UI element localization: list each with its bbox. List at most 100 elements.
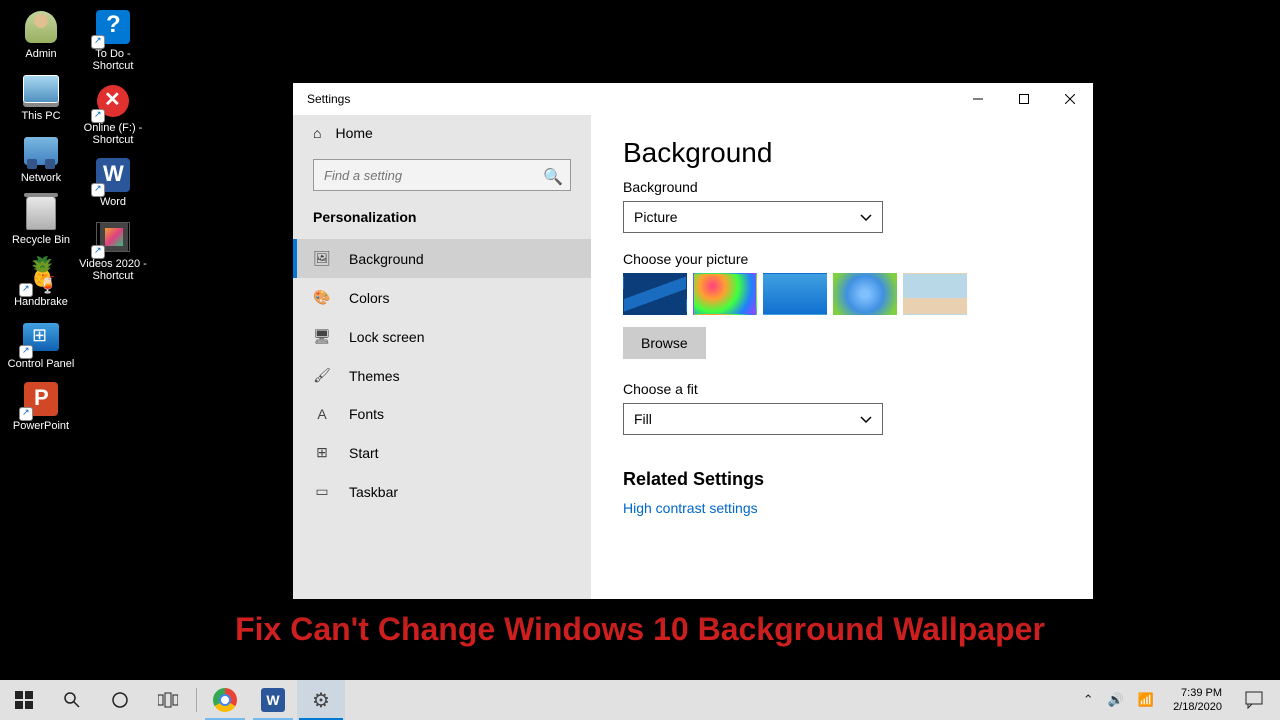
background-label: Background bbox=[623, 179, 1061, 195]
word-icon bbox=[94, 156, 132, 194]
related-heading: Related Settings bbox=[623, 469, 1061, 490]
desktop-icon-label: Recycle Bin bbox=[12, 234, 70, 246]
fit-dropdown[interactable]: Fill bbox=[623, 403, 883, 435]
nav-label: Start bbox=[349, 445, 379, 461]
background-dropdown-value: Picture bbox=[634, 209, 678, 225]
network-icon bbox=[22, 132, 60, 170]
shortcut-overlay-icon bbox=[92, 246, 104, 258]
desktop-icon-powerpoint[interactable]: PowerPoint bbox=[6, 380, 76, 432]
thumbnail-5[interactable] bbox=[903, 273, 967, 315]
window-title: Settings bbox=[307, 92, 350, 106]
search-field[interactable]: 🔍 bbox=[313, 159, 571, 191]
desktop-icon-label: Handbrake bbox=[14, 296, 68, 308]
desktop-icon-network[interactable]: Network bbox=[6, 132, 76, 184]
desktop-icon-videos-2020[interactable]: Videos 2020 - Shortcut bbox=[78, 218, 148, 282]
todo-icon bbox=[94, 8, 132, 46]
volume-icon[interactable]: 🔊 bbox=[1103, 680, 1129, 720]
thumbnail-3[interactable] bbox=[763, 273, 827, 315]
thumbnail-4[interactable] bbox=[833, 273, 897, 315]
background-icon: 🖼 bbox=[313, 250, 331, 267]
desktop-icon-control-panel[interactable]: Control Panel bbox=[6, 318, 76, 370]
maximize-button[interactable] bbox=[1001, 83, 1047, 115]
desktop-icon-label: PowerPoint bbox=[13, 420, 69, 432]
handbrake-icon bbox=[22, 256, 60, 294]
search-button[interactable] bbox=[48, 680, 96, 720]
category-label: Personalization bbox=[293, 209, 591, 239]
settings-taskbar[interactable]: ⚙ bbox=[297, 680, 345, 720]
clock-date: 2/18/2020 bbox=[1173, 700, 1222, 714]
fonts-icon: A bbox=[313, 406, 331, 422]
desktop-icon-handbrake[interactable]: Handbrake bbox=[6, 256, 76, 308]
word-taskbar[interactable]: W bbox=[249, 680, 297, 720]
close-button[interactable] bbox=[1047, 83, 1093, 115]
thumbnail-2[interactable] bbox=[693, 273, 757, 315]
shortcut-overlay-icon bbox=[92, 184, 104, 196]
desktop-icon-label: Control Panel bbox=[8, 358, 75, 370]
home-label: Home bbox=[335, 125, 372, 141]
nav-label: Taskbar bbox=[349, 484, 398, 500]
nav-background[interactable]: 🖼 Background bbox=[293, 239, 591, 278]
this-pc-icon bbox=[22, 70, 60, 108]
chrome-icon bbox=[213, 688, 237, 712]
browse-button[interactable]: Browse bbox=[623, 327, 706, 359]
page-heading: Background bbox=[623, 137, 1061, 169]
desktop-icon-label: Network bbox=[21, 172, 61, 184]
chevron-down-icon bbox=[860, 413, 872, 425]
desktop-icon-word[interactable]: Word bbox=[78, 156, 148, 208]
shortcut-overlay-icon bbox=[92, 36, 104, 48]
thumbnail-1[interactable] bbox=[623, 273, 687, 315]
desktop-icon-this-pc[interactable]: This PC bbox=[6, 70, 76, 122]
chevron-down-icon bbox=[860, 211, 872, 223]
wifi-icon[interactable]: 📶 bbox=[1133, 680, 1159, 720]
titlebar: Settings bbox=[293, 83, 1093, 115]
shortcut-overlay-icon bbox=[92, 110, 104, 122]
word-icon: W bbox=[261, 688, 285, 712]
gear-icon: ⚙ bbox=[312, 688, 330, 713]
nav-start[interactable]: ⊞ Start bbox=[293, 433, 591, 472]
clock[interactable]: 7:39 PM 2/18/2020 bbox=[1163, 686, 1232, 714]
desktop-icon-recycle-bin[interactable]: Recycle Bin bbox=[6, 194, 76, 246]
nav-label: Colors bbox=[349, 290, 389, 306]
picture-thumbnails bbox=[623, 273, 1061, 315]
search-icon: 🔍 bbox=[543, 167, 563, 187]
desktop-icon-label: This PC bbox=[21, 110, 60, 122]
home-nav[interactable]: ⌂ Home bbox=[293, 115, 591, 151]
desktop-icon-todo[interactable]: To Do - Shortcut bbox=[78, 8, 148, 72]
cortana-button[interactable] bbox=[96, 680, 144, 720]
desktop-icon-label: Online (F:) - Shortcut bbox=[78, 122, 148, 146]
action-center[interactable] bbox=[1236, 680, 1272, 720]
task-view-button[interactable] bbox=[144, 680, 192, 720]
recycle-bin-icon bbox=[22, 194, 60, 232]
start-icon: ⊞ bbox=[313, 444, 331, 461]
high-contrast-link[interactable]: High contrast settings bbox=[623, 500, 758, 516]
videos-2020-icon bbox=[94, 218, 132, 256]
online-f-icon bbox=[94, 82, 132, 120]
related-settings: Related Settings High contrast settings bbox=[623, 469, 1061, 518]
desktop-icon-label: Word bbox=[100, 196, 126, 208]
chrome-taskbar[interactable] bbox=[201, 680, 249, 720]
desktop-icon-label: Videos 2020 - Shortcut bbox=[78, 258, 148, 282]
start-button[interactable] bbox=[0, 680, 48, 720]
nav-taskbar[interactable]: ▭Taskbar bbox=[293, 472, 591, 511]
minimize-button[interactable] bbox=[955, 83, 1001, 115]
powerpoint-icon bbox=[22, 380, 60, 418]
sidebar: ⌂ Home 🔍 Personalization 🖼 Background 🎨Col… bbox=[293, 115, 591, 599]
nav-colors[interactable]: 🎨Colors bbox=[293, 278, 591, 317]
desktop-icon-label: To Do - Shortcut bbox=[78, 48, 148, 72]
shortcut-overlay-icon bbox=[20, 408, 32, 420]
taskbar: W ⚙ ⌃ 🔊 📶 7:39 PM 2/18/2020 bbox=[0, 680, 1280, 720]
nav-fonts[interactable]: AFonts bbox=[293, 395, 591, 433]
search-input[interactable] bbox=[313, 159, 571, 191]
overlay-caption: Fix Can't Change Windows 10 Background W… bbox=[0, 611, 1280, 648]
choose-picture-label: Choose your picture bbox=[623, 251, 1061, 267]
nav-lock-screen[interactable]: 🖥Lock screen bbox=[293, 317, 591, 356]
nav-label: Background bbox=[349, 251, 424, 267]
background-dropdown[interactable]: Picture bbox=[623, 201, 883, 233]
desktop-icon-admin[interactable]: Admin bbox=[6, 8, 76, 60]
desktop-icon-label: Admin bbox=[25, 48, 56, 60]
shortcut-overlay-icon bbox=[20, 346, 32, 358]
tray-overflow[interactable]: ⌃ bbox=[1078, 680, 1099, 720]
fit-dropdown-value: Fill bbox=[634, 411, 652, 427]
nav-themes[interactable]: 🖌Themes bbox=[293, 356, 591, 395]
desktop-icon-online-f[interactable]: Online (F:) - Shortcut bbox=[78, 82, 148, 146]
